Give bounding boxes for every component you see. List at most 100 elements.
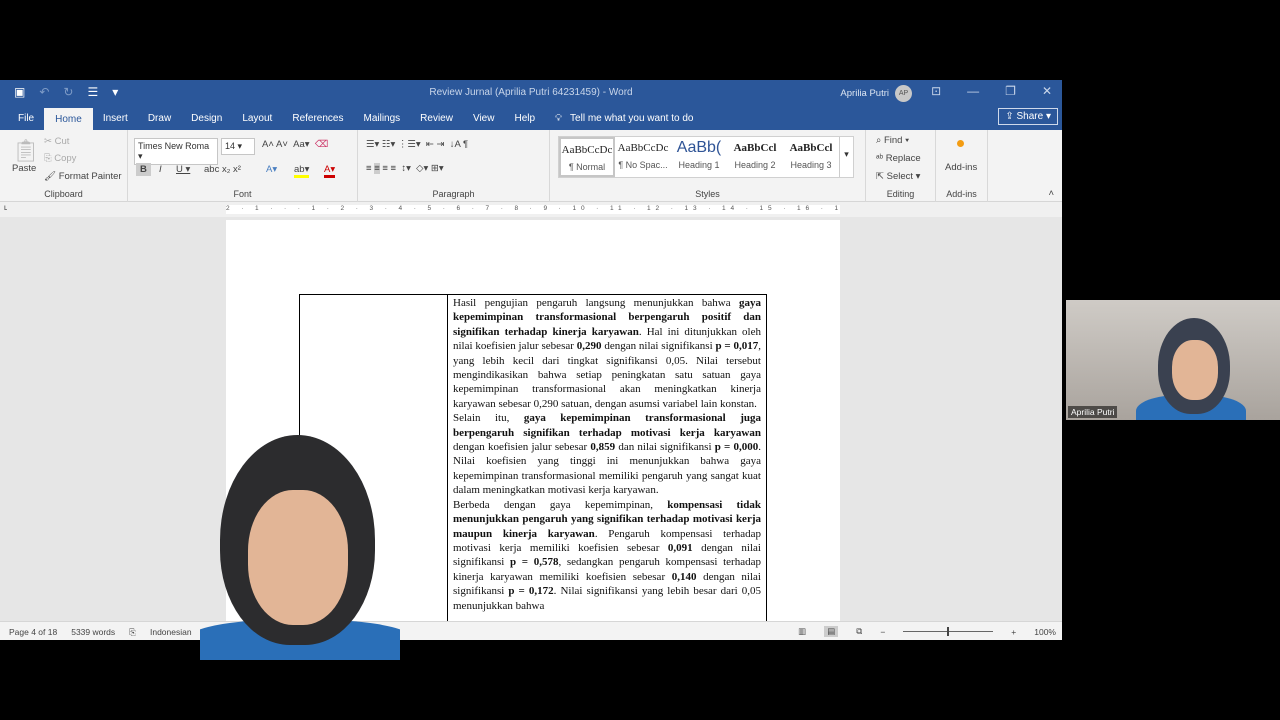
participant-name: Aprilia Putri — [1068, 406, 1118, 418]
zoom-in-button[interactable]: + — [1011, 627, 1016, 637]
style-heading-2[interactable]: AaBbCcl Heading 2 — [727, 137, 783, 177]
zoom-level[interactable]: 100% — [1034, 627, 1056, 637]
language[interactable]: Indonesian — [150, 627, 192, 638]
participant-face — [1172, 340, 1218, 400]
web-layout-icon[interactable]: ⧉ — [856, 626, 862, 637]
clipboard-label: Clipboard — [44, 189, 83, 199]
bold-text: p = 0,017 — [715, 340, 759, 353]
paste-button[interactable]: Paste — [12, 163, 36, 174]
share-button[interactable]: ⇪ Share ▾ — [998, 108, 1058, 125]
style-name: ¶ No Spac... — [618, 160, 668, 170]
cut-label: Cut — [54, 136, 70, 147]
tab-layout[interactable]: Layout — [232, 113, 282, 130]
highlight-icon[interactable]: ab▾ — [294, 164, 310, 178]
zoom-slider[interactable] — [903, 627, 994, 636]
copy-label: Copy — [54, 153, 77, 164]
bold-text: 0,290 — [576, 340, 602, 353]
zoom-out-button[interactable]: − — [880, 627, 885, 637]
webcam-tile: Aprilia Putri — [1066, 300, 1280, 420]
tab-review[interactable]: Review — [410, 113, 463, 130]
styles-more-button[interactable]: ▾ — [839, 137, 853, 177]
bold-text: p = 0,172 — [508, 585, 554, 598]
underline-button[interactable]: U ▾ — [176, 164, 190, 175]
ruler: ʟ 2 · 1 · · · 1 · 2 · 3 · 4 · 5 · 6 · 7 … — [0, 202, 1062, 217]
tab-insert[interactable]: Insert — [93, 113, 138, 130]
tab-references[interactable]: References — [282, 113, 353, 130]
tab-view[interactable]: View — [463, 113, 505, 130]
clipboard-group: 📋︎ Paste ✂ Cut ⎘ Copy 🖌︎ Format Painter … — [0, 130, 128, 202]
bold-text: 0,140 — [671, 570, 697, 583]
tab-mailings[interactable]: Mailings — [353, 113, 410, 130]
format-painter-label: Format Painter — [58, 171, 122, 182]
read-mode-icon[interactable]: ▥ — [798, 626, 806, 637]
grow-font-icon[interactable]: A˄ A˅ Aa▾ ⌫ — [262, 139, 328, 150]
select-label: Select — [886, 171, 914, 182]
bold-text: p = 0,578 — [510, 556, 559, 569]
styles-label: Styles — [695, 189, 720, 199]
find-button[interactable]: ⌕ Find ▾ — [876, 135, 909, 146]
paragraph-label: Paragraph — [432, 189, 475, 199]
tab-home[interactable]: Home — [44, 108, 93, 130]
user-name[interactable]: Aprilia Putri — [840, 88, 889, 99]
tab-selector-icon[interactable]: ʟ — [4, 203, 7, 212]
select-button[interactable]: ⇱ Select ▾ — [876, 171, 920, 182]
find-label: Find — [883, 135, 903, 146]
copy-button[interactable]: ⎘ Copy — [44, 153, 76, 164]
presenter-face — [248, 490, 348, 625]
collapse-ribbon-icon[interactable]: ˄ — [1048, 188, 1054, 199]
italic-button[interactable]: I — [159, 164, 162, 175]
ribbon-display-icon[interactable]: ⊡ — [931, 84, 941, 98]
tell-me-search[interactable]: 💡︎ Tell me what you want to do — [545, 113, 703, 130]
style-preview: AaBbCcDc — [561, 144, 613, 156]
font-name-value: Times New Roma — [138, 141, 210, 151]
cut-button[interactable]: ✂ Cut — [44, 136, 69, 147]
style-preview: AaBbCcDc — [617, 142, 669, 154]
status-bar: Page 4 of 18 5339 words ⎘ Indonesian ▥ ▤… — [0, 621, 1062, 640]
bold-text: 0,091 — [667, 541, 693, 554]
addins-group: Add-ins Add-ins — [936, 130, 988, 202]
text-run: dengan nilai signifikansi — [601, 340, 716, 353]
replace-button[interactable]: ᵃᵇ Replace — [876, 153, 921, 164]
document-area: Hasil pengujian pengaruh langsung menunj… — [0, 217, 1062, 621]
proofing-icon[interactable]: ⎘ — [129, 627, 136, 638]
list-buttons-icon[interactable]: ☰▾ ☷▾ ⋮☰▾ ⇤ ⇥ ↓A ¶ — [366, 139, 468, 150]
tab-draw[interactable]: Draw — [138, 113, 181, 130]
style-preview: AaBbCcl — [789, 142, 833, 154]
editing-label: Editing — [886, 189, 915, 199]
print-layout-icon[interactable]: ▤ — [824, 626, 839, 637]
text-run: Berbeda dengan gaya kepemimpinan, — [453, 498, 668, 511]
title-bar: ▣ ↶ ↻ ☰ ▾ Review Jurnal (Aprilia Putri 6… — [0, 80, 1062, 105]
style-no-spacing[interactable]: AaBbCcDc ¶ No Spac... — [615, 137, 671, 177]
text-effects-icon[interactable]: A▾ — [266, 164, 277, 175]
close-icon[interactable]: ✕ — [1042, 84, 1052, 98]
restore-icon[interactable]: ❐ — [1005, 84, 1016, 98]
bold-button[interactable]: B — [136, 163, 151, 176]
font-size-select[interactable]: 14 ▾ — [221, 138, 255, 155]
table-cell-right[interactable]: Hasil pengujian pengaruh langsung menunj… — [448, 295, 766, 621]
style-name: Heading 1 — [678, 160, 720, 170]
horizontal-ruler[interactable]: 2 · 1 · · · 1 · 2 · 3 · 4 · 5 · 6 · 7 · … — [226, 205, 840, 214]
addins-button[interactable]: Add-ins — [945, 162, 977, 173]
word-count[interactable]: 5339 words — [71, 627, 115, 638]
webcam-overlay-presenter — [200, 425, 400, 660]
tab-file[interactable]: File — [8, 113, 44, 130]
strikethrough-button[interactable]: abc x₂ x² — [204, 164, 241, 175]
style-heading-3[interactable]: AaBbCcl Heading 3 — [783, 137, 839, 177]
tab-design[interactable]: Design — [181, 113, 232, 130]
tab-help[interactable]: Help — [504, 113, 545, 130]
minimize-icon[interactable]: — — [967, 84, 979, 98]
format-painter-button[interactable]: 🖌︎ Format Painter — [44, 171, 122, 182]
style-heading-1[interactable]: AaBb(Heading 1 — [671, 137, 727, 177]
page-count[interactable]: Page 4 of 18 — [9, 627, 57, 638]
bold-text: 0,859 — [590, 441, 616, 454]
style-normal[interactable]: AaBbCcDc ¶ Normal — [559, 137, 615, 177]
text-run: dengan koefisien jalur sebesar — [453, 441, 591, 454]
tell-me-text: Tell me what you want to do — [570, 113, 694, 124]
font-name-select[interactable]: Times New Roma ▾ — [134, 138, 218, 165]
align-buttons-icon[interactable]: ≡ ≡ ≡ ≡ ↕▾ ◇▾ ⊞▾ — [366, 163, 444, 174]
font-color-icon[interactable]: A▾ — [324, 164, 336, 178]
font-group: Times New Roma ▾ 14 ▾ A˄ A˅ Aa▾ ⌫ B I U … — [128, 130, 358, 202]
avatar[interactable]: AP — [895, 85, 912, 102]
zoom-slider-thumb[interactable] — [947, 627, 950, 636]
style-name: ¶ Normal — [568, 162, 606, 172]
